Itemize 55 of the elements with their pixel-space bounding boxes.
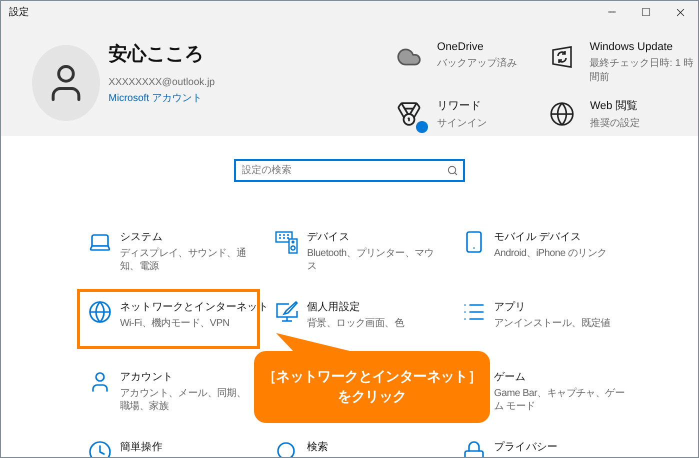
settings-tile[interactable]: モバイル デバイス Android、iPhone のリンク xyxy=(451,219,634,279)
window-title: 設定 xyxy=(9,6,30,19)
status-title: Web 閲覧 xyxy=(590,99,638,113)
status-item[interactable]: OneDrive バックアップ済み xyxy=(395,41,548,84)
status-item[interactable]: Windows Update 最終チェック日時: 1 時間前 xyxy=(548,41,698,84)
status-item[interactable]: Web 閲覧 推奨の設定 xyxy=(548,98,698,130)
settings-tile[interactable]: プライバシー xyxy=(451,429,634,457)
status-title: Windows Update xyxy=(590,41,674,53)
status-item[interactable]: リワード サインイン xyxy=(395,98,548,130)
settings-tile[interactable]: システム ディスプレイ、サウンド、通知、電源 xyxy=(77,219,260,279)
maximize-icon xyxy=(641,7,651,17)
lock-icon xyxy=(462,440,486,457)
tile-title: 検索 xyxy=(307,440,328,454)
status-title: リワード xyxy=(437,99,482,113)
settings-tile[interactable]: 検索 xyxy=(264,429,447,457)
update-icon xyxy=(550,45,574,69)
settings-tile[interactable]: 簡単操作 xyxy=(77,429,260,457)
tile-title: システム xyxy=(120,230,164,244)
status-subtitle: 推奨の設定 xyxy=(590,116,640,130)
callout-text: をクリック xyxy=(338,388,406,406)
monitor-pen-icon xyxy=(275,300,299,324)
status-subtitle: バックアップ済み xyxy=(437,56,517,70)
keyboard-speaker-icon xyxy=(275,230,299,254)
tile-title: 個人用設定 xyxy=(307,300,362,314)
settings-tile[interactable]: アプリ アンインストール、既定値 xyxy=(451,289,634,349)
user-email: XXXXXXXX@outlook.jp xyxy=(108,77,216,88)
settings-tile[interactable]: アカウント アカウント、メール、同期、職場、家族 xyxy=(77,359,260,419)
search-icon xyxy=(446,165,458,176)
tile-subtitle: Bluetooth、プリンター、マウス xyxy=(307,247,435,273)
status-title: OneDrive xyxy=(437,41,484,53)
tile-title: デバイス xyxy=(307,230,350,244)
status-subtitle: サインイン xyxy=(437,117,487,130)
tile-subtitle: 背景、ロック画面、色 xyxy=(307,317,404,330)
tile-subtitle: Wi-Fi、機内モード、VPN xyxy=(120,317,230,330)
tile-title: モバイル デバイス xyxy=(494,230,582,244)
tile-subtitle: ディスプレイ、サウンド、通知、電源 xyxy=(120,247,248,273)
callout-text: ［ネットワークとインターネット］ xyxy=(262,368,482,386)
tile-subtitle: Android、iPhone のリンク xyxy=(494,247,607,260)
tile-title: アカウント xyxy=(120,370,174,384)
account-link[interactable]: Microsoft アカウント xyxy=(108,91,202,105)
search-field[interactable]: 設定の検索 xyxy=(234,159,464,182)
tile-title: アプリ xyxy=(494,300,527,314)
tile-subtitle: アカウント、メール、同期、職場、家族 xyxy=(120,387,248,413)
tile-title: ゲーム xyxy=(494,370,527,384)
tile-subtitle: Game Bar、キャプチャ、ゲーム モード xyxy=(494,387,626,413)
clock-icon xyxy=(88,440,112,457)
status-subtitle: 最終チェック日時: 1 時間前 xyxy=(590,56,694,84)
tile-title: 簡単操作 xyxy=(120,440,162,454)
tile-title: プライバシー xyxy=(494,440,558,454)
user-name: 安心こころ xyxy=(108,42,205,67)
medal-icon xyxy=(396,101,422,127)
globe-icon xyxy=(549,101,575,127)
globe-icon xyxy=(88,300,112,324)
tile-subtitle: アンインストール、既定値 xyxy=(494,317,610,330)
settings-tile[interactable]: デバイス Bluetooth、プリンター、マウス xyxy=(264,219,447,279)
